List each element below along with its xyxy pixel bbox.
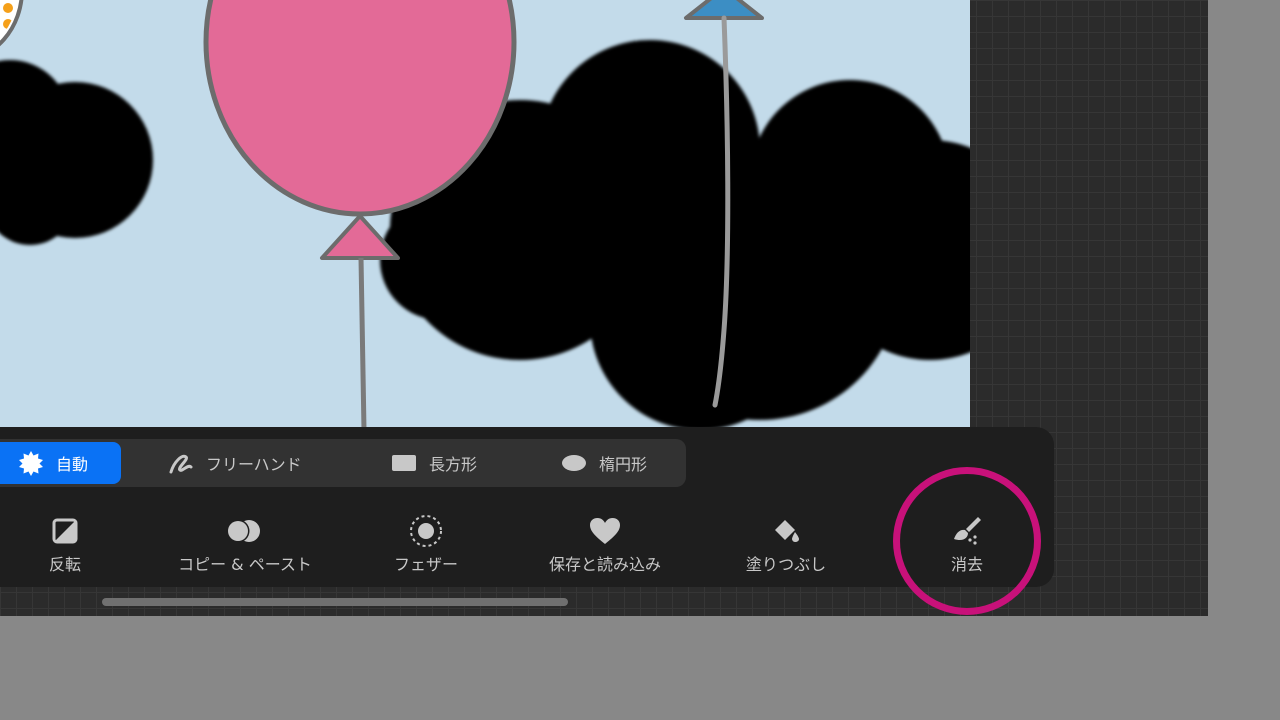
copy-paste-button[interactable]: コピー & ペースト bbox=[160, 515, 330, 575]
mode-rectangle-label: 長方形 bbox=[429, 455, 478, 474]
freehand-icon bbox=[168, 450, 194, 476]
mode-auto-button[interactable]: 自動 bbox=[0, 442, 121, 484]
mode-freehand-label: フリーハンド bbox=[206, 455, 302, 474]
feather-button[interactable]: フェザー bbox=[341, 515, 511, 575]
mode-ellipse-button[interactable]: 楕円形 bbox=[561, 442, 647, 484]
selection-mode-bar: 自動 フリーハンド 長方形 楕円形 bbox=[0, 439, 686, 487]
mode-freehand-button[interactable]: フリーハンド bbox=[168, 442, 302, 484]
drawing-canvas[interactable] bbox=[0, 0, 970, 430]
scroll-indicator[interactable] bbox=[102, 598, 568, 606]
copy-paste-icon bbox=[225, 515, 265, 547]
mode-auto-label: 自動 bbox=[56, 455, 89, 474]
invert-icon bbox=[51, 515, 79, 547]
mode-ellipse-label: 楕円形 bbox=[599, 455, 648, 474]
save-load-button[interactable]: 保存と読み込み bbox=[520, 515, 690, 575]
copy-paste-label: コピー & ペースト bbox=[178, 555, 312, 574]
feather-label: フェザー bbox=[393, 555, 458, 574]
ellipse-icon bbox=[561, 450, 587, 476]
feather-icon bbox=[409, 515, 443, 547]
fill-label: 塗りつぶし bbox=[745, 555, 827, 574]
orange-balloon bbox=[0, 0, 24, 47]
artwork bbox=[0, 0, 970, 430]
auto-select-icon bbox=[18, 450, 44, 476]
invert-button[interactable]: 反転 bbox=[0, 515, 150, 575]
invert-label: 反転 bbox=[48, 555, 81, 574]
fill-button[interactable]: 塗りつぶし bbox=[701, 515, 871, 575]
save-load-label: 保存と読み込み bbox=[548, 555, 661, 574]
highlight-ring bbox=[893, 467, 1041, 615]
rectangle-icon bbox=[391, 450, 417, 476]
black-cloud-left bbox=[0, 60, 153, 245]
mode-rectangle-button[interactable]: 長方形 bbox=[391, 442, 477, 484]
fill-bucket-icon bbox=[771, 515, 801, 547]
heart-icon bbox=[589, 515, 621, 547]
